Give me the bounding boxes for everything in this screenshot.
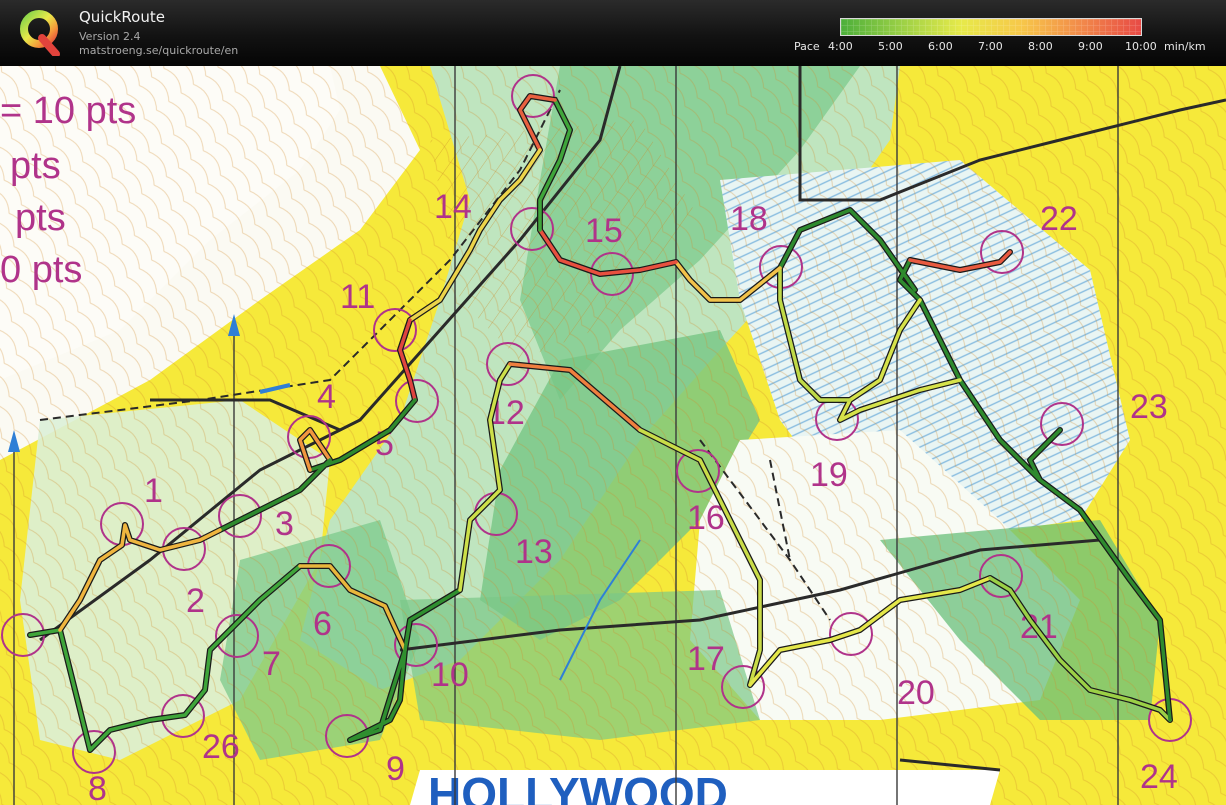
points-line: pts xyxy=(15,197,66,239)
app-version: Version 2.4 xyxy=(79,30,141,43)
pace-tick: 7:00 xyxy=(978,40,1003,53)
control-number: 6 xyxy=(313,605,332,643)
control-number: 2 xyxy=(186,582,205,620)
quickroute-window: QuickRoute Version 2.4 matstroeng.se/qui… xyxy=(0,0,1226,805)
pace-label: Pace xyxy=(794,40,820,53)
control-number: 9 xyxy=(386,750,405,788)
pace-tick: 8:00 xyxy=(1028,40,1053,53)
app-title: QuickRoute xyxy=(79,8,165,26)
control-number: 10 xyxy=(431,656,469,694)
control-number: 13 xyxy=(515,533,553,571)
quickroute-logo-icon xyxy=(20,10,60,56)
map-banner-text: HOLLYWOOD xyxy=(428,768,728,805)
control-number: 26 xyxy=(202,728,240,766)
points-line: 0 pts xyxy=(0,249,82,291)
control-number: 4 xyxy=(317,378,336,416)
control-number: 8 xyxy=(88,770,107,805)
control-number: 23 xyxy=(1130,388,1168,426)
control-number: 1 xyxy=(144,472,163,510)
control-number: 18 xyxy=(730,200,768,238)
pace-tick: 4:00 xyxy=(828,40,853,53)
control-number: 22 xyxy=(1040,200,1078,238)
pace-tick: 6:00 xyxy=(928,40,953,53)
control-number: 17 xyxy=(687,640,725,678)
pace-tick: 10:00 xyxy=(1125,40,1157,53)
control-number: 11 xyxy=(340,278,375,316)
control-number: 15 xyxy=(585,212,623,250)
points-line: = 10 pts xyxy=(0,90,136,132)
control-number: 14 xyxy=(434,188,472,226)
control-number: 24 xyxy=(1140,758,1178,796)
control-number: 19 xyxy=(810,456,848,494)
control-number: 20 xyxy=(897,674,935,712)
pace-color-scale xyxy=(840,18,1142,36)
orienteering-map-canvas[interactable]: HOLLYWOOD = 10 pts pts pts 0 pts 1 2 3 4… xyxy=(0,66,1226,805)
points-line: pts xyxy=(10,145,61,187)
app-header: QuickRoute Version 2.4 matstroeng.se/qui… xyxy=(0,0,1226,66)
pace-tick: 9:00 xyxy=(1078,40,1103,53)
control-number: 7 xyxy=(262,645,281,683)
control-number: 3 xyxy=(275,505,294,543)
app-url-link[interactable]: matstroeng.se/quickroute/en xyxy=(79,44,238,57)
pace-unit: min/km xyxy=(1164,40,1206,53)
pace-tick: 5:00 xyxy=(878,40,903,53)
